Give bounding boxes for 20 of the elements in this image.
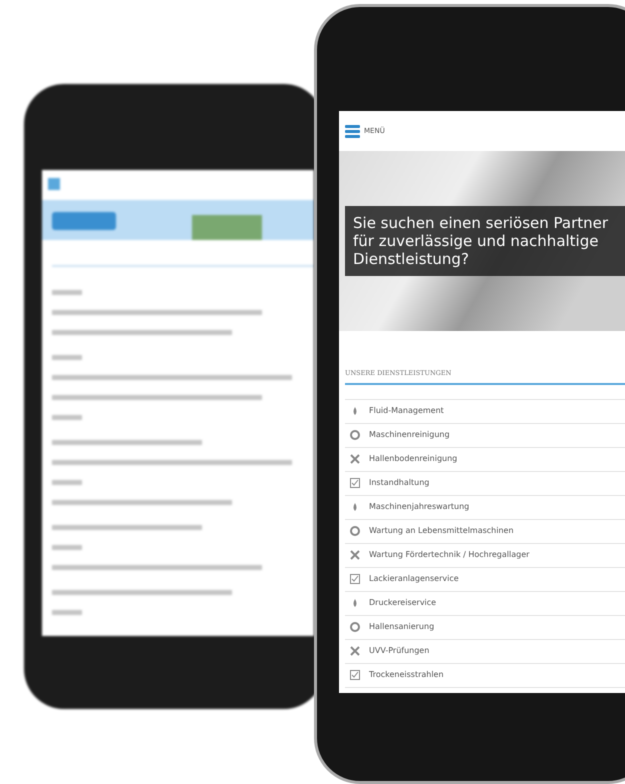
checkbox-icon (349, 477, 361, 490)
checkbox-icon (349, 573, 361, 586)
gear-icon (349, 621, 361, 634)
service-link[interactable]: Wartung Fördertechnik / Hochregallager (345, 544, 625, 568)
service-link[interactable]: Hallensanierung (345, 616, 625, 640)
service-link[interactable]: Hallenbodenreinigung (345, 448, 625, 472)
hero-caption: Sie suchen einen seriösen Partner für zuverlässige und nachhaltige Dienstleistung? (345, 206, 625, 276)
menu-icon (345, 124, 360, 138)
gear-icon (349, 429, 361, 442)
service-link[interactable]: Maschinenjahreswartung (345, 496, 625, 520)
checkbox-icon (349, 669, 361, 682)
service-link[interactable]: Wartung an Lebensmittelmaschinen (345, 520, 625, 544)
service-link[interactable]: UVV-Prüfungen (345, 640, 625, 664)
service-link[interactable]: Druckereiservice (345, 592, 625, 616)
gear-icon (349, 525, 361, 538)
service-link[interactable]: Instandhaltung (345, 472, 625, 496)
service-link[interactable]: Trockeneisstrahlen (345, 664, 625, 688)
service-link[interactable]: Fluid-Management (345, 400, 625, 424)
service-link[interactable]: Lackieranlagenservice (345, 568, 625, 592)
service-link[interactable]: Maschinenreinigung (345, 424, 625, 448)
